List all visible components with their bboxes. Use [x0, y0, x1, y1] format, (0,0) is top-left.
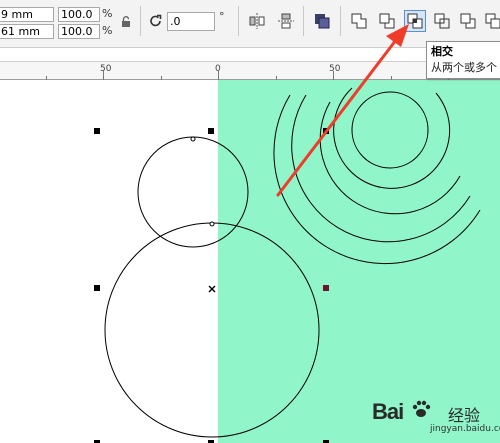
paw-icon [410, 398, 432, 420]
rotate-icon [148, 13, 166, 31]
simplify-icon[interactable] [433, 12, 451, 30]
back-minus-front-icon[interactable] [484, 12, 500, 30]
selection-handles[interactable] [94, 128, 329, 443]
mirror-vertical-icon[interactable] [277, 12, 295, 30]
drawing-canvas[interactable] [0, 80, 500, 443]
watermark-chinese: 经验 [448, 406, 481, 425]
lock-ratio-icon[interactable] [119, 14, 137, 32]
separator [340, 6, 341, 36]
large-circle[interactable] [104, 222, 320, 438]
ruler-ticks [46, 71, 449, 81]
percent-label-x: % [102, 7, 113, 20]
horizontal-ruler[interactable]: 50 0 50 [0, 61, 500, 81]
center-cross-icon[interactable] [208, 285, 216, 293]
ruler-label: 50 [100, 64, 112, 74]
front-minus-back-icon[interactable] [459, 12, 477, 30]
scale-x-field[interactable]: 100.0 [58, 7, 100, 22]
ruler-label: 0 [215, 64, 221, 74]
watermark-logo: Bai [372, 399, 404, 424]
object-height-field[interactable]: 61 mm [0, 24, 54, 39]
trim-icon[interactable] [378, 12, 396, 30]
mirror-horizontal-icon[interactable] [248, 12, 266, 30]
intersect-button[interactable] [404, 10, 426, 32]
tooltip-description: 从两个或多个 [431, 61, 497, 74]
combine-icon[interactable] [313, 12, 331, 30]
rotation-angle-field[interactable]: .0 [167, 12, 215, 31]
separator [303, 6, 304, 36]
concentric-rings[interactable] [273, 87, 481, 265]
degree-label: ° [219, 10, 225, 23]
object-width-field[interactable]: 9 mm [0, 7, 54, 22]
small-circle[interactable] [137, 136, 249, 248]
watermark-url: jingyan.baidu.com [430, 424, 500, 434]
drawing-shapes [94, 87, 481, 443]
node-markers[interactable] [190, 136, 215, 227]
scale-y-field[interactable]: 100.0 [58, 24, 100, 39]
intersect-tooltip: 相交 从两个或多个 [426, 41, 500, 79]
separator [140, 6, 141, 36]
percent-label-y: % [102, 24, 113, 37]
ruler-label: 50 [329, 64, 341, 74]
tooltip-title: 相交 [431, 45, 453, 58]
property-bar: 9 mm 61 mm 100.0 100.0 % % .0 ° [0, 0, 500, 48]
weld-icon[interactable] [350, 12, 368, 30]
separator [238, 6, 239, 36]
